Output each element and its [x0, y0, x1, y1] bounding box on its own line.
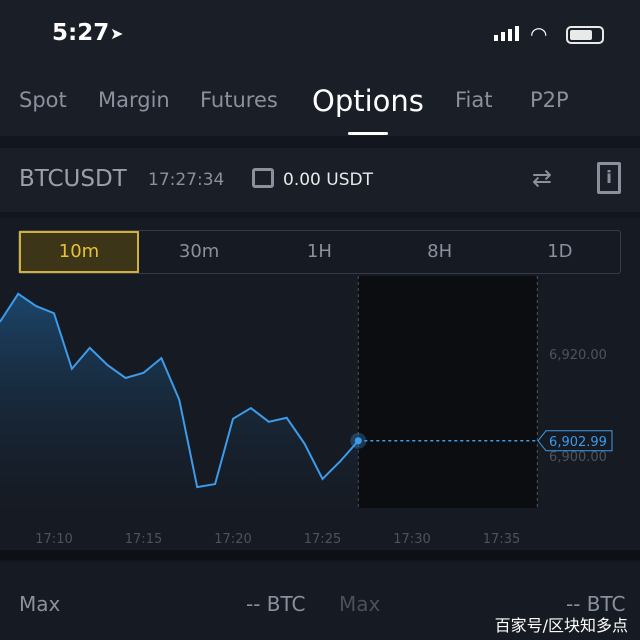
- x-tick-label: 17:10: [35, 532, 72, 547]
- x-tick-label: 17:30: [393, 532, 430, 547]
- max-value-left: -- BTC: [246, 592, 306, 616]
- price-chart: 6,920.00 6,900.00 17:10 17:15 17:20 17:25 17:3…: [0, 276, 640, 560]
- x-tick-label: 17:35: [483, 532, 520, 547]
- divider: [0, 550, 640, 560]
- x-tick-label: 17:15: [125, 532, 162, 547]
- max-label-left: Max: [19, 592, 61, 616]
- y-tick-label: 6,920.00: [549, 348, 607, 363]
- order-panel: Max -- BTC Max -- BTC 百家号/区块知多点: [0, 562, 640, 640]
- max-label-right: Max: [339, 592, 381, 616]
- price-area: [0, 293, 359, 525]
- x-tick-label: 17:20: [214, 532, 251, 547]
- future-window: [358, 276, 538, 508]
- current-point: [354, 437, 362, 445]
- current-price-label: 6,902.99: [549, 435, 607, 450]
- y-tick-label: 6,900.00: [549, 450, 607, 465]
- watermark: 百家号/区块知多点: [494, 616, 628, 635]
- x-tick-label: 17:25: [304, 532, 341, 547]
